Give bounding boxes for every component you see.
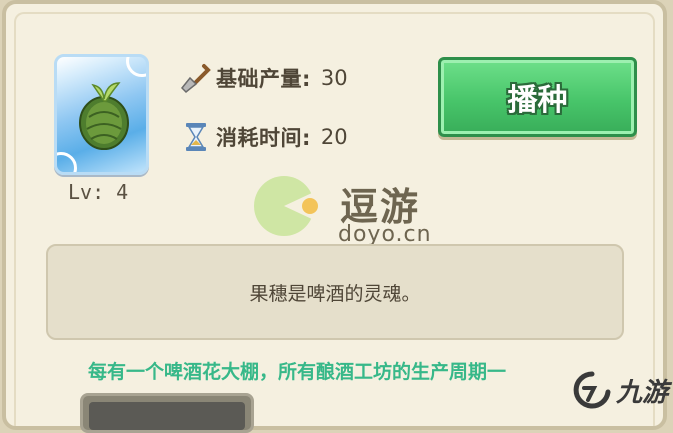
jiuyou-logo-text: 九游 bbox=[616, 377, 669, 408]
jiuyou-logo-icon bbox=[573, 371, 611, 409]
base-output-value: 30 bbox=[320, 66, 348, 90]
doyo-watermark-logo bbox=[254, 176, 318, 236]
item-card[interactable] bbox=[54, 54, 149, 175]
bottom-action-button[interactable] bbox=[80, 393, 254, 433]
time-cost-value: 20 bbox=[320, 125, 348, 149]
plant-button[interactable]: 播种 bbox=[438, 57, 637, 137]
time-cost-stat: 消耗时间: 20 bbox=[180, 121, 348, 153]
effect-text: 每有一个啤酒花大棚，所有酿酒工坊的生产周期一 bbox=[88, 361, 507, 383]
hourglass-icon bbox=[186, 123, 206, 151]
shovel-icon bbox=[180, 64, 211, 94]
jiuyou-corner-logo: 九游 bbox=[570, 368, 668, 412]
plant-button-label: 播种 bbox=[507, 83, 568, 118]
time-cost-label: 消耗时间: bbox=[216, 126, 311, 150]
base-output-label: 基础产量: bbox=[216, 67, 311, 91]
card-corner-decoration bbox=[126, 57, 146, 77]
item-level: Lv: 4 bbox=[68, 180, 129, 204]
bottom-button-face bbox=[89, 402, 245, 430]
item-description-box: 果穗是啤酒的灵魂。 bbox=[46, 244, 624, 340]
card-corner-decoration bbox=[57, 152, 77, 172]
base-output-stat: 基础产量: 30 bbox=[180, 62, 348, 94]
item-description: 果穗是啤酒的灵魂。 bbox=[249, 282, 421, 305]
hop-cone-icon bbox=[79, 82, 129, 150]
